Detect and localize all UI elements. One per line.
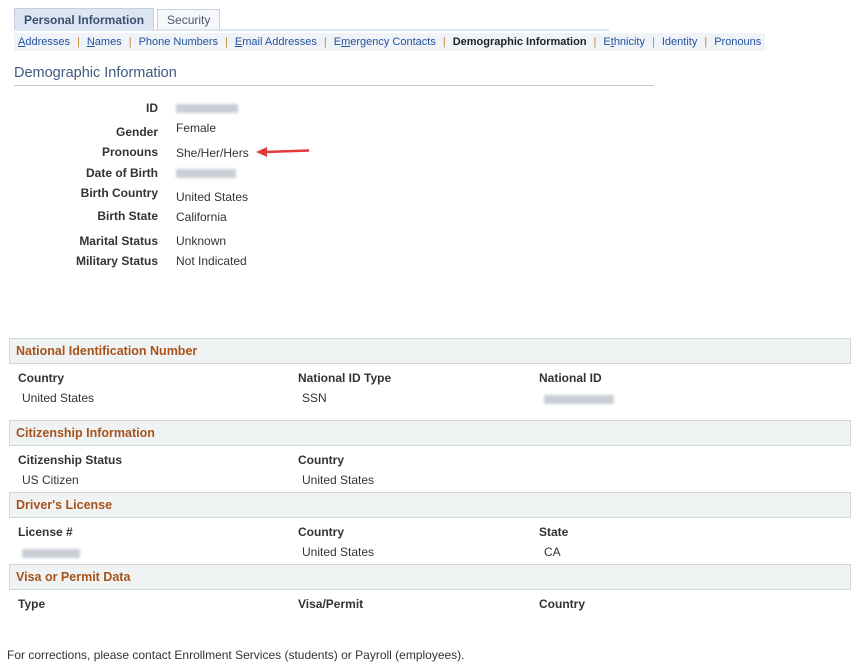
- license-col-state: State: [539, 525, 569, 539]
- corrections-note: For corrections, please contact Enrollme…: [7, 648, 465, 662]
- page-title: Demographic Information: [14, 65, 177, 81]
- citizenship-col-status: Citizenship Status: [18, 453, 123, 467]
- national-id-col-type: National ID Type: [298, 371, 392, 385]
- subnav-link-ethnicity[interactable]: Ethnicity: [603, 36, 645, 48]
- license-redacted: [22, 549, 80, 558]
- subnav-link-addresses[interactable]: Addresses: [18, 36, 70, 48]
- military-status-label: Military Status: [75, 254, 158, 268]
- marital-status-value: Unknown: [176, 234, 227, 248]
- birth-state-label: Birth State: [97, 209, 158, 223]
- national-id-country-value: United States: [22, 391, 95, 405]
- access-key: m: [341, 36, 351, 48]
- visa-col-type: Type: [18, 597, 46, 611]
- citizenship-section-header: Citizenship Information: [9, 420, 851, 446]
- national-id-section-header: National Identification Number: [9, 338, 851, 364]
- id-label: ID: [146, 101, 158, 115]
- marital-status-label: Marital Status: [79, 234, 158, 248]
- license-number-value: [22, 547, 80, 561]
- visa-col-country: Country: [539, 597, 585, 611]
- license-state-value: CA: [544, 545, 561, 559]
- dob-label: Date of Birth: [86, 166, 158, 180]
- dob-redacted: [176, 169, 236, 178]
- access-key: t: [610, 36, 614, 48]
- subnav-separator: |: [593, 36, 597, 48]
- access-key: A: [18, 36, 26, 48]
- visa-section-header: Visa or Permit Data: [9, 564, 851, 590]
- access-key: N: [86, 36, 95, 48]
- dob-value: [176, 167, 236, 181]
- subnav-separator: |: [76, 36, 80, 48]
- subnav-link-identity[interactable]: Identity: [662, 36, 697, 48]
- citizenship-col-country: Country: [298, 453, 344, 467]
- national-id-type-value: SSN: [302, 391, 327, 405]
- id-redacted: [176, 104, 238, 113]
- tab-personal-information[interactable]: Personal Information: [14, 8, 155, 30]
- tab-security[interactable]: Security: [157, 9, 221, 30]
- id-value: [176, 102, 238, 116]
- national-id-redacted: [544, 395, 614, 404]
- subnav-separator: |: [128, 36, 132, 48]
- subnav-separator: |: [652, 36, 655, 48]
- subnav-link-email-addresses[interactable]: Email Addresses: [235, 36, 317, 48]
- sub-navigation: Addresses | Names | Phone Numbers | Email Addr…: [14, 33, 766, 51]
- birth-country-value: United States: [176, 190, 249, 204]
- national-id-value: [544, 393, 614, 407]
- national-id-col-id: National ID: [539, 371, 602, 385]
- subnav-link-emergency-contacts[interactable]: Emergency Contacts: [334, 36, 436, 48]
- title-divider: [14, 85, 654, 86]
- red-arrow-icon: [256, 147, 310, 157]
- gender-label: Gender: [115, 125, 158, 139]
- drivers-license-section-header: Driver's License: [9, 492, 851, 518]
- access-key: E: [234, 36, 243, 48]
- license-col-country: Country: [298, 525, 344, 539]
- subnav-link-pronouns[interactable]: Pronouns: [714, 36, 761, 48]
- subnav-separator: |: [704, 36, 708, 48]
- subnav-separator: |: [442, 36, 446, 48]
- gender-value: Female: [176, 121, 217, 135]
- citizenship-status-value: US Citizen: [22, 473, 79, 487]
- tab-underline: [14, 29, 609, 31]
- citizenship-country-value: United States: [302, 473, 375, 487]
- subnav-link-names[interactable]: Names: [87, 36, 122, 48]
- pronouns-label: Pronouns: [102, 145, 158, 159]
- birth-country-label: Birth Country: [80, 186, 158, 200]
- subnav-link-phone-numbers[interactable]: Phone Numbers: [139, 36, 219, 48]
- national-id-col-country: Country: [18, 371, 64, 385]
- subnav-link-demographic-information[interactable]: Demographic Information: [453, 36, 587, 48]
- visa-col-permit: Visa/Permit: [298, 597, 364, 611]
- birth-state-value: California: [176, 210, 227, 224]
- license-country-value: United States: [302, 545, 375, 559]
- subnav-separator: |: [323, 36, 327, 48]
- page-tabs: Personal Information Security: [14, 8, 223, 30]
- subnav-separator: |: [225, 36, 228, 48]
- license-col-number: License #: [18, 525, 73, 539]
- pronouns-value: She/Her/Hers: [176, 146, 249, 160]
- military-status-value: Not Indicated: [176, 254, 247, 268]
